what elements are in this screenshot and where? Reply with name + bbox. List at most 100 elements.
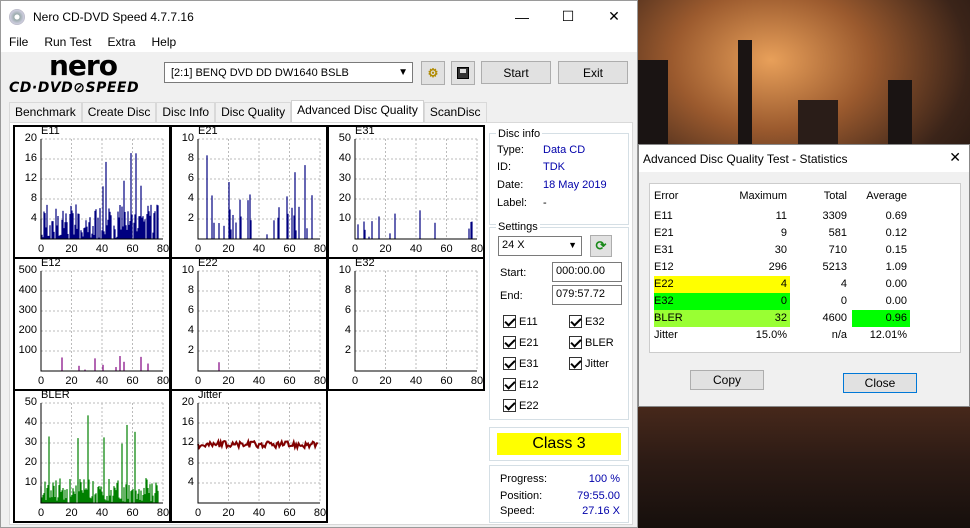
close-dialog-button[interactable]: Close xyxy=(843,373,917,393)
checkbox-jitter[interactable]: Jitter xyxy=(569,357,609,370)
y-tick-label: 4 xyxy=(187,324,194,336)
x-tick-label: 20 xyxy=(222,243,235,255)
y-tick-label: 20 xyxy=(181,396,194,408)
y-tick-label: 2 xyxy=(344,344,351,356)
toolbar: nero CD·DVD⊘SPEED [2:1] BENQ DVD DD DW16… xyxy=(1,52,637,98)
checkbox-bler[interactable]: BLER xyxy=(569,336,614,349)
y-tick-label: 4 xyxy=(187,192,194,204)
minimize-button[interactable]: — xyxy=(499,1,545,32)
y-tick-label: 500 xyxy=(18,264,37,276)
start-time-input[interactable]: 000:00.00 xyxy=(552,262,622,282)
tab-scandisc[interactable]: ScanDisc xyxy=(423,102,487,122)
x-tick-label: 40 xyxy=(252,243,266,255)
y-tick-label: 8 xyxy=(187,152,194,164)
y-tick-label: 4 xyxy=(344,324,351,336)
y-tick-label: 12 xyxy=(181,436,194,448)
refresh-speed-button[interactable]: ⟳ xyxy=(590,235,612,257)
y-tick-label: 10 xyxy=(181,264,194,276)
date-label: Date: xyxy=(497,179,524,191)
x-tick-label: 0 xyxy=(37,507,45,519)
y-tick-label: 8 xyxy=(344,284,351,296)
menu-file[interactable]: File xyxy=(1,35,36,49)
menu-run-test[interactable]: Run Test xyxy=(36,35,99,49)
settings-title: Settings xyxy=(496,221,540,233)
x-tick-label: 0 xyxy=(351,243,359,255)
copy-button[interactable]: Copy xyxy=(690,370,764,390)
drive-info-button[interactable]: ⚙ xyxy=(421,61,445,85)
drive-select[interactable]: [2:1] BENQ DVD DD DW1640 BSLB ▼ xyxy=(164,62,413,83)
id-value: TDK xyxy=(543,161,565,173)
title-bar: Nero CD-DVD Speed 4.7.7.16 — ☐ ✕ xyxy=(1,1,637,32)
progress-label: Progress: xyxy=(500,473,548,485)
stat-row-e11: E11 11 3309 0.69 xyxy=(654,210,907,222)
stat-row-e22: E22 4 4 0.00 xyxy=(650,276,962,293)
checkbox-e31[interactable]: E31 xyxy=(503,357,539,370)
x-tick-label: 0 xyxy=(351,375,359,387)
close-button[interactable]: ✕ xyxy=(591,1,637,32)
advanced-disc-quality-panel: E11 20 16 12 8 4 0 20 40 60 80 E21 10 8 6 4 2 0 20 40 60 80 E3… xyxy=(9,122,633,525)
y-tick-label: 20 xyxy=(338,192,351,204)
x-tick-label: 40 xyxy=(95,507,109,519)
chart-e32: E32 10 8 6 4 2 0 20 40 60 80 xyxy=(327,257,485,391)
y-tick-label: 10 xyxy=(338,264,351,276)
y-tick-label: 12 xyxy=(24,172,37,184)
menu-extra[interactable]: Extra xyxy=(99,35,143,49)
maximize-button[interactable]: ☐ xyxy=(545,1,591,32)
disc-info-title: Disc info xyxy=(496,128,543,140)
x-tick-label: 60 xyxy=(126,243,139,255)
nero-main-window: Nero CD-DVD Speed 4.7.7.16 — ☐ ✕ File Ru… xyxy=(0,0,638,528)
chart-bler: BLER 50 40 30 20 10 0 20 40 60 80 xyxy=(13,389,171,523)
x-tick-label: 20 xyxy=(222,507,235,519)
x-tick-label: 0 xyxy=(37,243,45,255)
checkbox-e32[interactable]: E32 xyxy=(569,315,605,328)
jitter-series-line xyxy=(197,437,319,452)
drive-select-value: [2:1] BENQ DVD DD DW1640 BSLB xyxy=(171,66,349,79)
checkbox-e22[interactable]: E22 xyxy=(503,399,539,412)
tab-advanced-disc-quality[interactable]: Advanced Disc Quality xyxy=(291,100,424,122)
x-tick-label: 0 xyxy=(194,243,202,255)
tab-create-disc[interactable]: Create Disc xyxy=(81,102,157,122)
save-button[interactable] xyxy=(451,61,475,85)
speed-select-value: 24 X xyxy=(502,239,525,251)
chart-title: E21 xyxy=(198,125,218,137)
y-tick-label: 400 xyxy=(18,284,37,296)
y-tick-label: 10 xyxy=(24,476,37,488)
menu-help[interactable]: Help xyxy=(144,35,185,49)
stat-row-bler: BLER 32 4600 0.96 xyxy=(650,310,962,327)
start-button[interactable]: Start xyxy=(481,61,551,84)
x-tick-label: 20 xyxy=(222,375,235,387)
close-icon[interactable]: ✕ xyxy=(949,149,961,166)
y-tick-label: 30 xyxy=(338,172,351,184)
exit-button[interactable]: Exit xyxy=(558,61,628,84)
y-tick-label: 40 xyxy=(338,152,351,164)
y-tick-label: 200 xyxy=(18,324,37,336)
y-tick-label: 16 xyxy=(24,152,37,164)
end-time-input[interactable]: 079:57.72 xyxy=(552,285,622,305)
drive-settings-icon: ⚙ xyxy=(427,66,439,80)
checkbox-e12[interactable]: E12 xyxy=(503,378,539,391)
end-label: End: xyxy=(500,290,523,302)
x-tick-label: 0 xyxy=(194,375,202,387)
chart-title: Jitter xyxy=(198,389,222,401)
x-tick-label: 0 xyxy=(194,507,202,519)
x-tick-label: 40 xyxy=(409,243,423,255)
tab-disc-quality[interactable]: Disc Quality xyxy=(215,102,292,122)
tab-disc-info[interactable]: Disc Info xyxy=(156,102,216,122)
nero-logo: nero CD·DVD⊘SPEED xyxy=(9,49,140,97)
chart-jitter: Jitter 20 16 12 8 4 0 20 40 60 80 xyxy=(170,389,328,523)
y-tick-label: 4 xyxy=(30,212,37,224)
y-tick-label: 30 xyxy=(24,436,37,448)
statistics-table: Error Maximum Total Average E11 11 3309 0.6… xyxy=(649,183,961,353)
refresh-icon: ⟳ xyxy=(595,238,607,253)
y-tick-label: 2 xyxy=(187,212,194,224)
statistics-title: Advanced Disc Quality Test - Statistics xyxy=(639,145,969,172)
checkbox-e21[interactable]: E21 xyxy=(503,336,539,349)
tab-benchmark[interactable]: Benchmark xyxy=(9,102,82,122)
x-tick-label: 60 xyxy=(283,507,296,519)
x-tick-label: 40 xyxy=(95,243,109,255)
y-tick-label: 10 xyxy=(338,212,351,224)
statistics-dialog: Advanced Disc Quality Test - Statistics … xyxy=(638,144,970,407)
speed-select[interactable]: 24 X ▼ xyxy=(498,236,582,256)
y-tick-label: 8 xyxy=(187,456,194,468)
checkbox-e11[interactable]: E11 xyxy=(503,315,538,328)
